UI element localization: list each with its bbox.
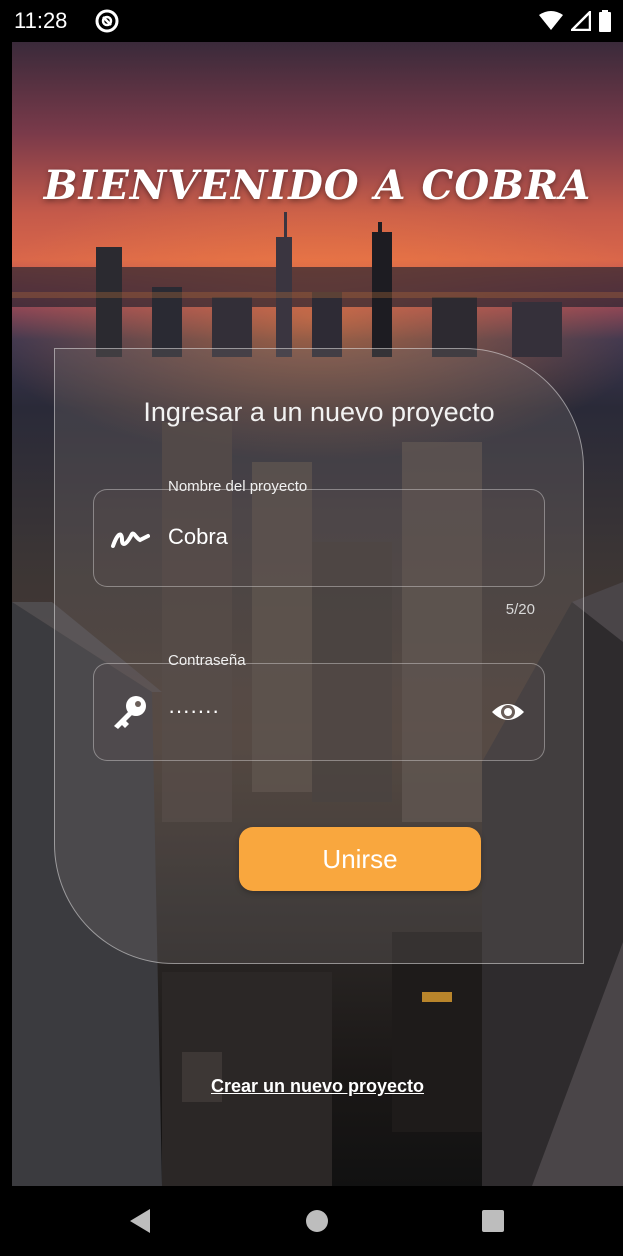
status-icons	[539, 10, 611, 32]
eye-icon[interactable]	[490, 698, 526, 726]
welcome-title: BIENVENIDO A COBRA	[43, 162, 592, 209]
project-name-value: Cobra	[168, 524, 228, 549]
project-name-label: Nombre del proyecto	[168, 478, 308, 495]
password-label: Contraseña	[168, 652, 246, 669]
home-icon[interactable]	[302, 1206, 332, 1236]
key-icon	[114, 696, 146, 729]
create-project-link[interactable]: Crear un nuevo proyecto	[12, 1076, 623, 1097]
back-icon[interactable]	[126, 1206, 156, 1236]
background-cityscape: BIENVENIDO A COBRA Ingresar a un nuevo p…	[12, 42, 623, 1186]
navigation-bar	[12, 1186, 623, 1256]
signature-icon	[111, 531, 150, 548]
wifi-icon	[539, 11, 563, 30]
sync-icon	[95, 9, 119, 33]
password-field[interactable]: Contraseña ·······	[93, 652, 545, 761]
recents-icon[interactable]	[478, 1206, 508, 1236]
status-bar: 11:28	[12, 0, 623, 42]
card-title: Ingresar a un nuevo proyecto	[143, 397, 495, 427]
phone-screen: 11:28 BIENVENIDO A COBRA Ingresar a un n…	[0, 0, 623, 1256]
signal-icon	[571, 11, 591, 31]
battery-icon	[599, 10, 611, 32]
join-button[interactable]: Unirse	[239, 827, 481, 891]
character-counter: 5/20	[505, 601, 535, 618]
join-project-card: Ingresar a un nuevo proyecto Nombre del …	[54, 348, 584, 964]
password-value: ·······	[168, 698, 220, 723]
project-name-field[interactable]: Nombre del proyecto Cobra	[93, 478, 545, 587]
status-time: 11:28	[14, 8, 68, 33]
